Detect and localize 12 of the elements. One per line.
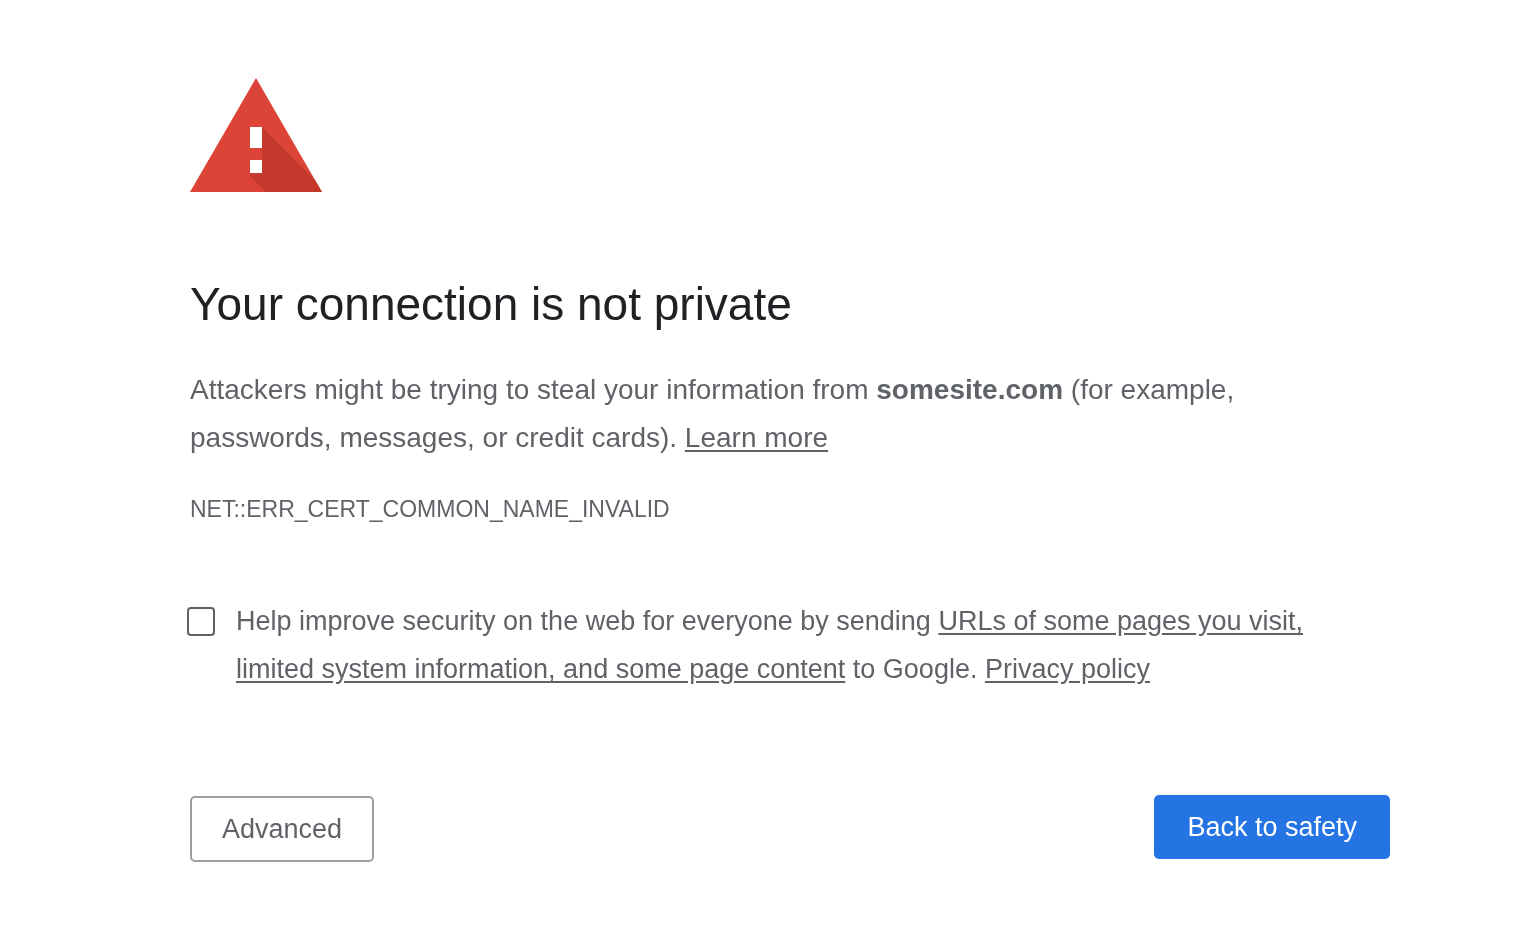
warning-icon	[190, 78, 322, 192]
warning-message: Attackers might be trying to steal your information from somesite.com (for example, passwords, messages, or credit cards). Learn more	[190, 373, 1236, 455]
text-link[interactable]: URLs of some pages you visit,	[938, 606, 1304, 636]
text-link[interactable]: Privacy policy	[984, 654, 1150, 684]
primary-button[interactable]: Back to safety	[1154, 795, 1390, 859]
learn-more-link[interactable]: Learn more	[684, 422, 829, 453]
secondary-button[interactable]: Advanced	[190, 796, 375, 862]
consent-text: Help improve security on the web for everyone by sending URLs of some pages you visit, limited system information, and some page content to Google. Privacy policy	[236, 605, 1305, 686]
text-link[interactable]: limited system information, and some page content	[236, 654, 846, 684]
checkbox[interactable]	[187, 607, 215, 636]
error-code: NET::ERR_CERT_COMMON_NAME_INVALID	[190, 495, 670, 524]
page-heading: Your connection is not private	[190, 277, 792, 332]
